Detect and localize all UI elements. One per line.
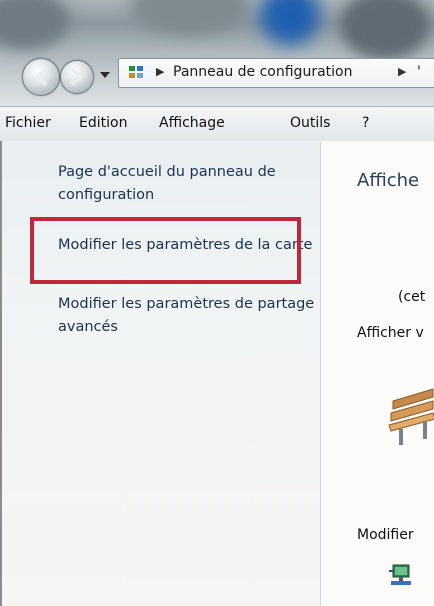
page-title: Affiche <box>357 170 420 191</box>
forward-arrow-icon <box>71 68 83 86</box>
parenthetical-text: (cet <box>398 289 426 305</box>
control-panel-icon <box>129 66 143 78</box>
address-bar[interactable]: ▶ Panneau de configuration ▶ ' <box>118 58 434 88</box>
modify-label: Modifier <box>357 527 414 543</box>
task-pane <box>0 141 322 606</box>
network-bench-icon <box>388 388 434 445</box>
forward-button[interactable] <box>60 60 94 94</box>
menu-help[interactable]: ? <box>362 115 369 131</box>
view-label: Afficher v <box>357 325 424 341</box>
content-pane: Affiche (cet Afficher v Modifier <box>320 141 434 606</box>
breadcrumb-control-panel[interactable]: Panneau de configuration <box>173 64 352 80</box>
back-button[interactable] <box>22 58 60 96</box>
highlight-box <box>30 217 301 284</box>
network-connection-icon <box>389 564 411 585</box>
menu-affichage[interactable]: Affichage <box>159 115 225 131</box>
back-arrow-icon <box>35 68 47 86</box>
history-dropdown-icon[interactable] <box>98 68 112 82</box>
menu-outils[interactable]: Outils <box>290 115 330 131</box>
menu-bar: Fichier Edition Affichage Outils ? <box>0 106 434 142</box>
breadcrumb-separator-icon[interactable]: ▶ <box>156 65 164 78</box>
link-advanced-sharing-settings[interactable]: Modifier les paramètres de partage avanc… <box>58 293 316 339</box>
breadcrumb-next[interactable]: ' <box>417 64 421 80</box>
menu-edition[interactable]: Edition <box>79 115 127 131</box>
menu-fichier[interactable]: Fichier <box>5 115 51 131</box>
breadcrumb-separator-icon[interactable]: ▶ <box>398 65 406 78</box>
link-control-panel-home[interactable]: Page d'accueil du panneau de configurati… <box>58 161 316 207</box>
